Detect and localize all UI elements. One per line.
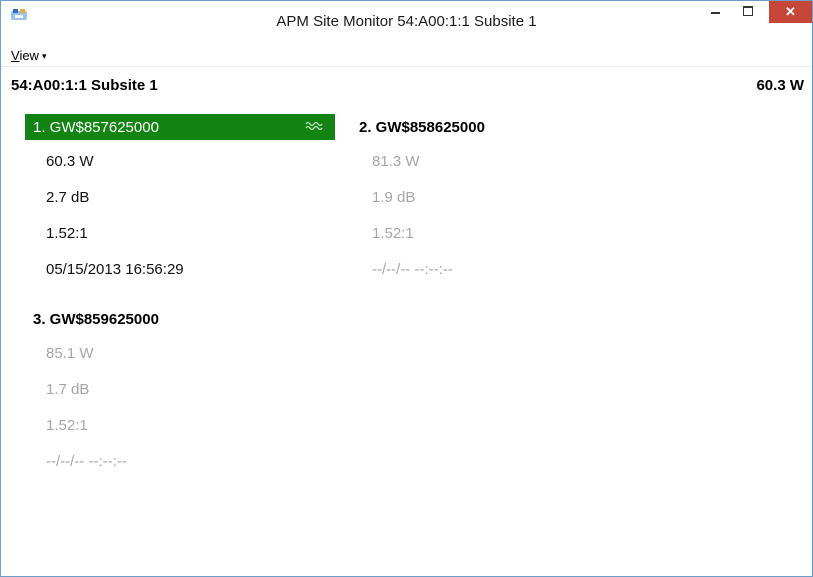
channel-title: 2. GW$858625000 xyxy=(359,119,485,136)
channel-header-2[interactable]: 2. GW$858625000 xyxy=(351,114,661,140)
channel-panel-1[interactable]: 1. GW$857625000 60.3 W 2.7 dB 1.52:1 05/… xyxy=(25,114,335,288)
minimize-button[interactable] xyxy=(701,1,731,23)
channel-timestamp: --/--/-- --:--:-- xyxy=(46,453,127,470)
channel-header-3[interactable]: 3. GW$859625000 xyxy=(25,306,335,332)
channel-panel-3[interactable]: 3. GW$859625000 85.1 W 1.7 dB 1.52:1 --/… xyxy=(25,306,335,480)
channel-vswr: 1.52:1 xyxy=(372,225,414,242)
maximize-button[interactable] xyxy=(733,1,763,23)
channel-power: 85.1 W xyxy=(46,345,94,362)
menu-bar: View ▾ xyxy=(1,42,812,67)
channel-panel-2[interactable]: 2. GW$858625000 81.3 W 1.9 dB 1.52:1 --/… xyxy=(351,114,661,288)
channel-timestamp: 05/15/2013 16:56:29 xyxy=(46,261,184,278)
channel-return-loss: 1.7 dB xyxy=(46,381,90,398)
channel-power: 60.3 W xyxy=(46,153,94,170)
window-title: APM Site Monitor 54:A00:1:1 Subsite 1 xyxy=(276,13,537,30)
menu-view-label: iew xyxy=(19,48,39,63)
title-bar[interactable]: APM Site Monitor 54:A00:1:1 Subsite 1 ✕ xyxy=(1,1,812,40)
app-window: APM Site Monitor 54:A00:1:1 Subsite 1 ✕ … xyxy=(0,0,813,577)
site-power: 60.3 W xyxy=(756,77,804,94)
channel-vswr: 1.52:1 xyxy=(46,225,88,242)
menu-view[interactable]: View ▾ xyxy=(11,48,46,63)
close-button[interactable]: ✕ xyxy=(769,1,812,23)
channel-title: 3. GW$859625000 xyxy=(33,311,159,328)
chevron-down-icon: ▾ xyxy=(41,51,47,61)
channel-title: 1. GW$857625000 xyxy=(33,119,159,136)
channel-vswr: 1.52:1 xyxy=(46,417,88,434)
channel-return-loss: 2.7 dB xyxy=(46,189,90,206)
maximize-icon xyxy=(743,6,753,16)
channel-timestamp: --/--/-- --:--:-- xyxy=(372,261,453,278)
signal-wave-icon xyxy=(305,121,323,131)
site-name: 54:A00:1:1 Subsite 1 xyxy=(11,77,158,94)
channel-header-1[interactable]: 1. GW$857625000 xyxy=(25,114,335,140)
channel-power: 81.3 W xyxy=(372,153,420,170)
channel-return-loss: 1.9 dB xyxy=(372,189,416,206)
minimize-icon xyxy=(711,12,720,14)
site-header: 54:A00:1:1 Subsite 1 60.3 W xyxy=(1,69,812,99)
close-icon: ✕ xyxy=(785,4,796,19)
